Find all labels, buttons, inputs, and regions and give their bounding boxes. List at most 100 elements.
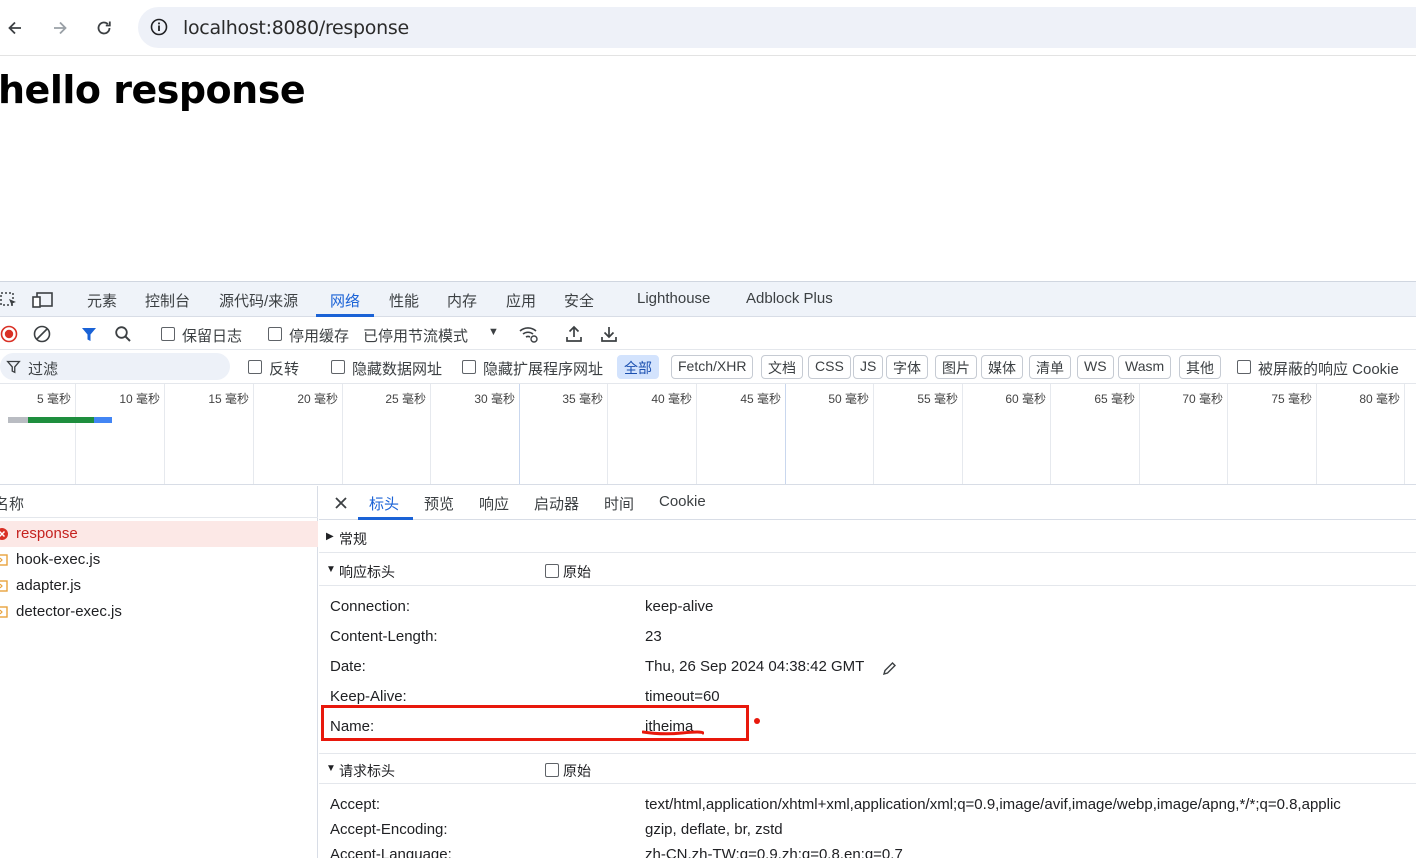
preserve-log-checkbox[interactable] <box>161 327 175 341</box>
script-file-icon <box>0 554 8 566</box>
devtools-tab-console[interactable]: 控制台 <box>145 290 190 311</box>
header-key: Accept-Encoding: <box>330 821 448 838</box>
timeline-tick: 25 毫秒 <box>343 384 431 484</box>
type-filter-manifest[interactable]: 清单 <box>1029 355 1071 379</box>
edit-pencil-icon[interactable] <box>882 661 897 676</box>
inspect-icon <box>0 292 16 306</box>
header-value: zh-CN,zh-TW;q=0.9,zh;q=0.8,en;q=0.7 <box>645 846 903 858</box>
import-har-button[interactable] <box>565 325 583 343</box>
header-value: gzip, deflate, br, zstd <box>645 821 783 838</box>
devtools-tab-memory[interactable]: 内存 <box>447 290 477 311</box>
clear-button[interactable] <box>33 325 51 343</box>
type-filter-img[interactable]: 图片 <box>935 355 977 379</box>
record-button[interactable] <box>0 325 18 343</box>
header-row: Accept-Language: zh-CN,zh-TW;q=0.9,zh;q=… <box>319 843 1416 858</box>
invert-checkbox[interactable] <box>248 360 262 374</box>
timeline-tick: 60 毫秒 <box>963 384 1051 484</box>
close-details-button[interactable] <box>333 495 349 511</box>
arrow-left-icon <box>8 21 21 35</box>
preserve-log-label: 保留日志 <box>182 328 243 345</box>
devtools-tab-sources[interactable]: 源代码/来源 <box>219 290 298 311</box>
request-row[interactable]: adapter.js <box>0 573 318 599</box>
export-har-button[interactable] <box>600 325 618 343</box>
timeline-tick: 30 毫秒 <box>431 384 520 484</box>
address-bar[interactable]: localhost:8080/response <box>138 7 1416 48</box>
forward-button[interactable] <box>46 14 74 42</box>
type-filter-other[interactable]: 其他 <box>1179 355 1221 379</box>
header-row: Accept-Encoding: gzip, deflate, br, zstd <box>319 818 1416 844</box>
back-button[interactable] <box>1 14 29 42</box>
request-row[interactable]: response <box>0 521 318 547</box>
request-details: 标头 预览 响应 启动器 时间 Cookie ▶ 常规 ▼ 响应标头 原始 Co… <box>319 486 1416 858</box>
timeline-tick: 75 毫秒 <box>1228 384 1317 484</box>
throttling-select[interactable]: 已停用节流模式 <box>363 325 468 346</box>
close-icon <box>335 497 347 509</box>
request-name[interactable]: response <box>16 525 78 542</box>
filter-toggle-button[interactable] <box>80 325 98 343</box>
devtools-tab-performance[interactable]: 性能 <box>389 290 419 311</box>
tab-initiator[interactable]: 启动器 <box>534 493 579 514</box>
type-filter-doc[interactable]: 文档 <box>761 355 803 379</box>
request-list-header[interactable]: 名称 <box>0 486 318 518</box>
blocked-cookies-label: 被屏蔽的响应 Cookie <box>1258 361 1399 378</box>
hide-extension-urls-checkbox[interactable] <box>462 360 476 374</box>
network-conditions-button[interactable] <box>518 325 540 343</box>
tab-timing[interactable]: 时间 <box>604 493 634 514</box>
search-button[interactable] <box>114 325 132 343</box>
request-row[interactable]: detector-exec.js <box>0 599 318 625</box>
request-name[interactable]: hook-exec.js <box>16 551 100 568</box>
site-info-icon[interactable] <box>150 18 168 36</box>
devtools-tab-application[interactable]: 应用 <box>506 290 536 311</box>
tab-headers[interactable]: 标头 <box>369 493 399 514</box>
devtools-panel: 元素 控制台 源代码/来源 网络 性能 内存 应用 安全 Lighthouse … <box>0 281 1416 858</box>
raw-label: 原始 <box>563 564 591 580</box>
type-filter-fetch-xhr[interactable]: Fetch/XHR <box>671 355 754 379</box>
network-toolbar: 保留日志 停用缓存 已停用节流模式 ▼ <box>0 317 1416 350</box>
inspect-element-button[interactable] <box>0 291 18 309</box>
devtools-tab-adblock-plus[interactable]: Adblock Plus <box>746 290 833 307</box>
reload-button[interactable] <box>90 14 118 42</box>
tab-response[interactable]: 响应 <box>479 493 509 514</box>
request-name[interactable]: adapter.js <box>16 577 81 594</box>
type-filter-all[interactable]: 全部 <box>617 355 659 379</box>
wifi-settings-icon <box>519 327 538 343</box>
type-filter-ws[interactable]: WS <box>1077 355 1114 379</box>
type-filter-js[interactable]: JS <box>853 355 884 379</box>
timeline-tick: 80 毫秒 <box>1317 384 1405 484</box>
url-text[interactable]: localhost:8080/response <box>183 17 409 39</box>
general-section-header[interactable]: ▶ 常规 <box>319 522 1416 553</box>
chevron-down-icon[interactable]: ▼ <box>488 326 499 338</box>
disable-cache-label: 停用缓存 <box>289 328 350 345</box>
hide-data-urls-label: 隐藏数据网址 <box>352 361 443 378</box>
header-row: Connection: keep-alive <box>319 595 1416 621</box>
device-toolbar-button[interactable] <box>32 291 54 309</box>
devtools-tab-lighthouse[interactable]: Lighthouse <box>637 290 710 307</box>
name-column-header[interactable]: 名称 <box>0 493 24 514</box>
type-filter-font[interactable]: 字体 <box>886 355 928 379</box>
error-icon <box>0 528 8 540</box>
network-overview-timeline[interactable]: 5 毫秒 10 毫秒 15 毫秒 20 毫秒 25 毫秒 30 毫秒 35 毫秒… <box>0 384 1416 485</box>
tab-cookies[interactable]: Cookie <box>659 493 706 510</box>
upload-icon <box>566 325 582 342</box>
annotation-dot <box>754 718 760 724</box>
type-filter-css[interactable]: CSS <box>808 355 851 379</box>
response-headers-section-header[interactable]: ▼ 响应标头 原始 <box>319 555 1416 586</box>
raw-request-headers-checkbox[interactable] <box>545 763 559 777</box>
header-key: Keep-Alive: <box>330 688 407 705</box>
disable-cache-checkbox[interactable] <box>268 327 282 341</box>
devtools-tab-security[interactable]: 安全 <box>564 290 594 311</box>
filter-input[interactable]: 过滤 <box>0 353 230 380</box>
raw-response-headers-checkbox[interactable] <box>545 564 559 578</box>
request-name[interactable]: detector-exec.js <box>16 603 122 620</box>
timeline-tick: 70 毫秒 <box>1140 384 1228 484</box>
devtools-tab-elements[interactable]: 元素 <box>87 290 117 311</box>
request-row[interactable]: hook-exec.js <box>0 547 318 573</box>
type-filter-wasm[interactable]: Wasm <box>1118 355 1172 379</box>
timeline-tick: 65 毫秒 <box>1051 384 1140 484</box>
tab-preview[interactable]: 预览 <box>424 493 454 514</box>
devtools-tab-network[interactable]: 网络 <box>330 290 360 311</box>
blocked-cookies-checkbox[interactable] <box>1237 360 1251 374</box>
request-headers-section-header[interactable]: ▼ 请求标头 原始 <box>319 753 1416 784</box>
type-filter-media[interactable]: 媒体 <box>981 355 1023 379</box>
hide-data-urls-checkbox[interactable] <box>331 360 345 374</box>
